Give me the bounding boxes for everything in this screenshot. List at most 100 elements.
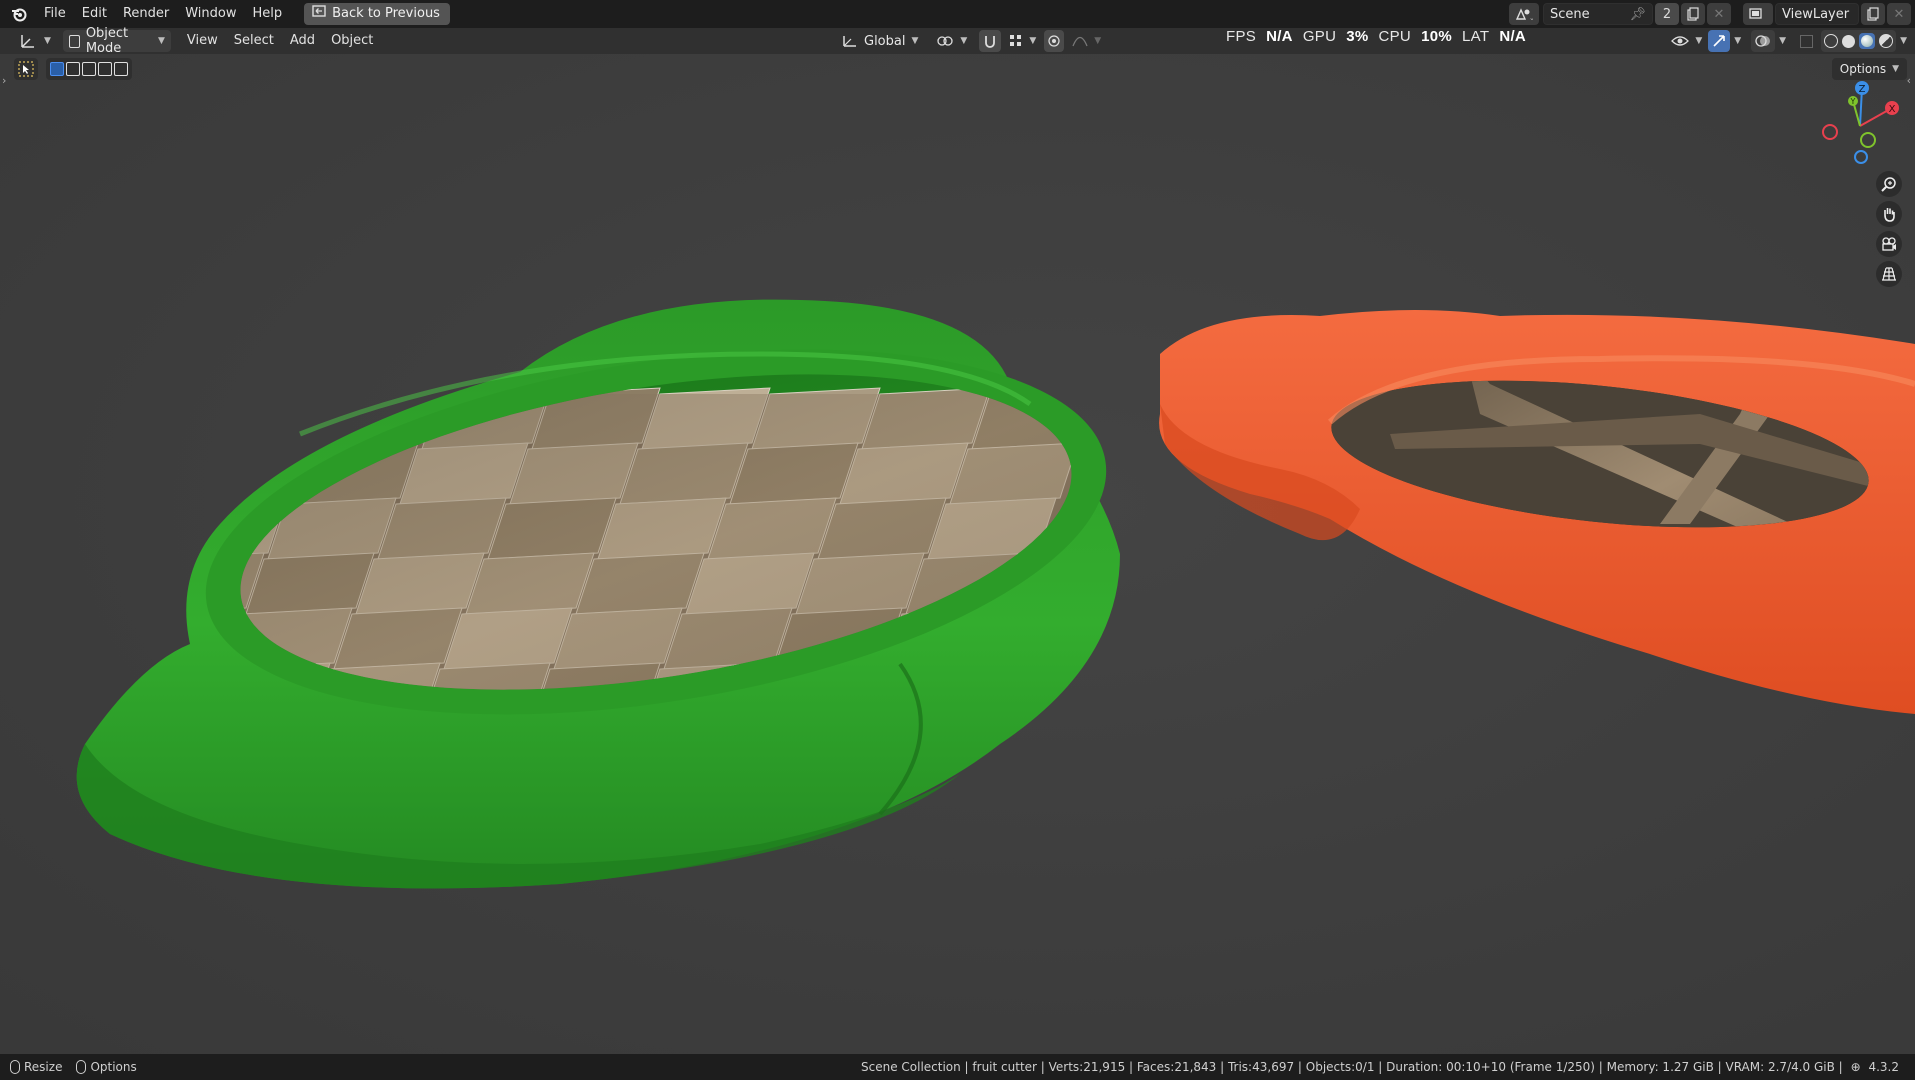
gpu-value: 3% [1346, 28, 1369, 45]
select-tool-button[interactable] [14, 58, 38, 80]
pivot-dropdown[interactable]: ▼ [930, 30, 973, 52]
globe-icon: ⊕ [1850, 1060, 1861, 1074]
orientation-label: Global [864, 33, 906, 49]
view-layer-icon[interactable] [1743, 3, 1773, 25]
mode-label: Object Mode [85, 26, 129, 56]
mode-icon [68, 34, 80, 48]
gizmo-neg-y[interactable] [1860, 132, 1876, 148]
sidebar-expand-arrow[interactable]: ‹ [1907, 74, 1911, 87]
gizmo-toggle[interactable] [1708, 30, 1731, 52]
solid-shading-icon[interactable] [1842, 34, 1856, 48]
snap-target-dropdown[interactable]: ▼ [1007, 30, 1038, 52]
xray-toggle[interactable] [1796, 30, 1817, 52]
mode-dropdown[interactable]: Object Mode ▼ [62, 26, 171, 56]
view-layer-field[interactable]: ViewLayer [1775, 3, 1859, 25]
gizmo-z-label: Z [1859, 84, 1866, 95]
gizmo-neg-z[interactable] [1854, 150, 1868, 164]
falloff-dropdown[interactable]: ▼ [1070, 30, 1103, 52]
blender-window: File Edit Render Window Help Back to Pre… [0, 0, 1915, 1080]
orientation-dropdown[interactable]: Global ▼ [836, 30, 924, 52]
visibility-dropdown[interactable]: ▼ [1669, 30, 1704, 52]
performance-overlay: FPS N/A GPU 3% CPU 10% LAT N/A [1226, 28, 1526, 46]
back-to-previous-button[interactable]: Back to Previous [304, 3, 450, 25]
viewport-display-controls: ▼ ▼ ▼ ▼ [1669, 30, 1907, 52]
material-shading-icon[interactable] [1859, 33, 1876, 49]
scene-render[interactable] [0, 54, 1915, 1054]
overlay-icon [1755, 35, 1771, 47]
pin-icon[interactable]: 📌︎ [1629, 7, 1646, 22]
pivot-icon [937, 36, 954, 46]
gizmo-x-label: X [1889, 104, 1896, 115]
fps-label: FPS [1226, 28, 1257, 45]
overlay-toggle[interactable] [1751, 30, 1776, 52]
camera-icon[interactable] [1876, 231, 1902, 257]
delete-view-layer-icon[interactable]: ✕ [1887, 3, 1911, 25]
cpu-value: 10% [1421, 28, 1453, 45]
menu-add[interactable]: Add [282, 30, 323, 52]
new-view-layer-icon[interactable] [1861, 3, 1885, 25]
scene-statistics: Scene Collection | fruit cutter | Verts:… [861, 1054, 1899, 1080]
gpu-label: GPU [1302, 28, 1337, 45]
overlay-dropdown[interactable]: ▼ [1779, 36, 1786, 46]
snap-toggle[interactable] [979, 30, 1002, 52]
navigation-gizmo[interactable]: Z X Y [1810, 76, 1900, 166]
fps-value: N/A [1266, 28, 1293, 45]
viewport-header: ▼ Object Mode ▼ View Select Add Object G… [0, 26, 1915, 56]
wireframe-shading-icon[interactable] [1824, 34, 1839, 48]
menu-window[interactable]: Window [177, 3, 244, 25]
set-selection-icon[interactable] [50, 62, 64, 76]
intersect-selection-icon[interactable] [114, 62, 128, 76]
options-hint: Options [76, 1060, 137, 1074]
scene-users-count[interactable]: 2 [1655, 3, 1679, 25]
version-label: 4.3.2 [1868, 1060, 1899, 1074]
back-to-previous-label: Back to Previous [332, 6, 440, 21]
shading-dropdown[interactable]: ▼ [1900, 36, 1907, 46]
menu-object[interactable]: Object [323, 30, 381, 52]
pan-icon[interactable] [1876, 201, 1902, 227]
xray-icon [1800, 34, 1814, 48]
stats-text: Scene Collection | fruit cutter | Verts:… [860, 1060, 1843, 1074]
lat-value: N/A [1499, 28, 1527, 45]
zoom-icon[interactable] [1876, 171, 1902, 197]
view-layer-name: ViewLayer [1782, 6, 1850, 22]
3d-viewport[interactable]: FPS N/A GPU 3% CPU 10% LAT N/A Options ▼… [0, 28, 1915, 1054]
subtract-selection-icon[interactable] [82, 62, 96, 76]
selection-mode-group [46, 58, 132, 80]
resize-label: Resize [24, 1060, 63, 1074]
scene-icon[interactable]: ⌄ [1509, 3, 1539, 25]
falloff-icon [1072, 36, 1088, 47]
blender-logo-icon[interactable] [8, 3, 30, 25]
delete-scene-icon[interactable]: ✕ [1707, 3, 1731, 25]
lat-label: LAT [1462, 28, 1490, 45]
options-label: Options [1839, 62, 1887, 76]
svg-text:⌄: ⌄ [1529, 14, 1533, 21]
grid-icon[interactable] [1876, 261, 1902, 287]
editor-type-icon[interactable]: ▼ [14, 30, 57, 52]
scene-name-field[interactable]: Scene 📌︎ [1543, 3, 1653, 25]
snap-icon [985, 36, 996, 48]
menu-edit[interactable]: Edit [74, 3, 115, 25]
scene-selector-area: ⌄ Scene 📌︎ 2 ✕ ViewLayer ✕ [1509, 0, 1915, 28]
new-scene-icon[interactable] [1681, 3, 1705, 25]
extend-selection-icon[interactable] [66, 62, 80, 76]
gizmo-dropdown[interactable]: ▼ [1734, 36, 1741, 46]
rendered-shading-icon[interactable] [1879, 34, 1894, 48]
toolbar-expand-arrow[interactable]: › [2, 74, 6, 87]
proportional-toggle[interactable] [1044, 30, 1065, 52]
select-box-icon [18, 61, 34, 77]
menu-file[interactable]: File [36, 3, 74, 25]
proportional-icon [1048, 35, 1060, 47]
menu-select[interactable]: Select [226, 30, 282, 52]
back-icon [312, 3, 326, 25]
resize-hint: Resize [10, 1060, 62, 1074]
transform-controls: Global ▼ ▼ ▼ ▼ [836, 30, 1103, 52]
invert-selection-icon[interactable] [98, 62, 112, 76]
gizmo-neg-x[interactable] [1822, 124, 1838, 140]
menu-help[interactable]: Help [245, 3, 291, 25]
gizmo-icon [1713, 35, 1726, 47]
menu-view[interactable]: View [179, 30, 226, 52]
menu-render[interactable]: Render [115, 3, 177, 25]
mouse-icon [10, 1060, 20, 1074]
mouse-right-icon [76, 1060, 87, 1074]
cpu-label: CPU [1378, 28, 1412, 45]
